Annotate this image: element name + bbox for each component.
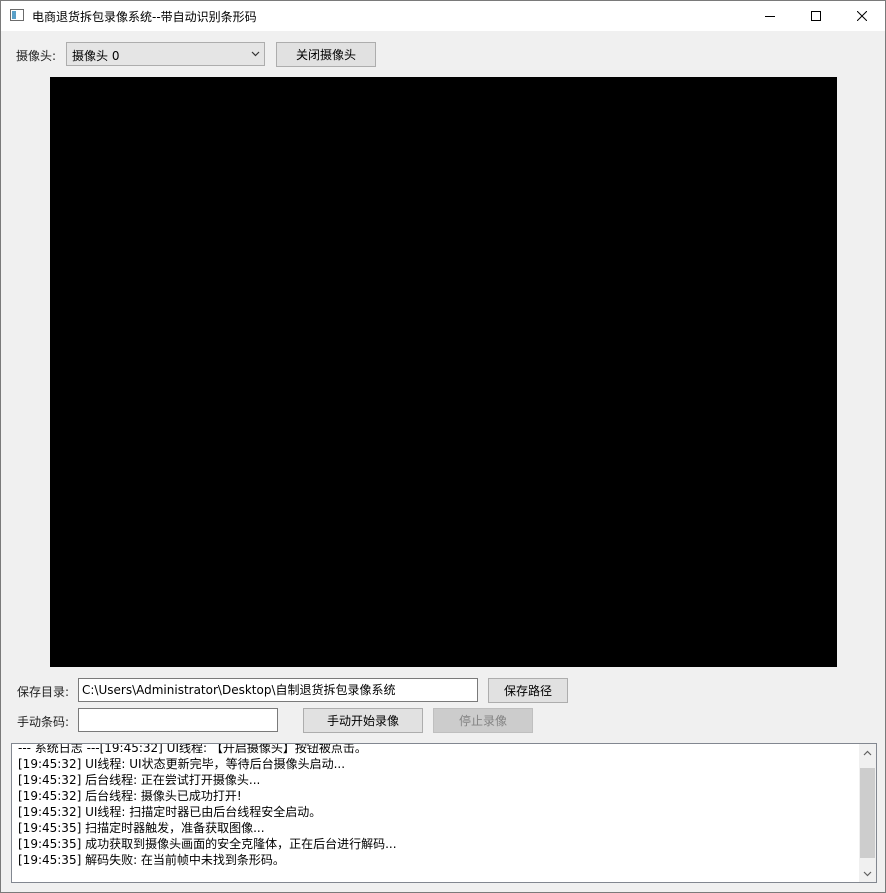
log-lines: --- 系统日志 ---[19:45:32] UI线程: 【开启摄像头】按钮被点… <box>18 743 858 868</box>
window-title: 电商退货拆包录像系统--带自动识别条形码 <box>32 10 257 24</box>
save-path-button[interactable]: 保存路径 <box>488 678 568 703</box>
maximize-button[interactable] <box>793 1 839 31</box>
log-line: [19:45:32] UI线程: 扫描定时器已由后台线程安全启动。 <box>18 805 322 819</box>
log-line: [19:45:32] 后台线程: 摄像头已成功打开! <box>18 789 242 803</box>
camera-preview <box>50 77 837 667</box>
app-icon <box>10 9 24 21</box>
log-line: --- 系统日志 ---[19:45:32] UI线程: 【开启摄像头】按钮被点… <box>18 743 367 755</box>
close-window-button[interactable] <box>839 1 885 31</box>
minimize-icon <box>765 16 775 17</box>
app-window: 电商退货拆包录像系统--带自动识别条形码 摄像头: 摄像头 0 关闭摄像头 保存… <box>0 0 886 893</box>
scroll-thumb[interactable] <box>860 768 875 858</box>
close-icon <box>857 11 867 21</box>
minimize-button[interactable] <box>747 1 793 31</box>
scroll-up-button[interactable] <box>859 744 876 761</box>
log-line: [19:45:35] 解码失败: 在当前帧中未找到条形码。 <box>18 853 285 867</box>
maximize-icon <box>811 11 821 21</box>
log-scrollbar[interactable] <box>859 744 876 882</box>
system-log[interactable]: --- 系统日志 ---[19:45:32] UI线程: 【开启摄像头】按钮被点… <box>11 743 877 883</box>
manual-barcode-label: 手动条码: <box>17 715 70 729</box>
log-line: [19:45:32] UI线程: UI状态更新完毕，等待后台摄像头启动... <box>18 757 346 771</box>
log-line: [19:45:35] 成功获取到摄像头画面的安全克隆体，正在后台进行解码... <box>18 837 397 851</box>
manual-barcode-input[interactable] <box>78 708 278 732</box>
title-bar[interactable]: 电商退货拆包录像系统--带自动识别条形码 <box>1 1 885 31</box>
camera-select-value: 摄像头 0 <box>72 49 120 63</box>
log-line: [19:45:35] 扫描定时器触发，准备获取图像... <box>18 821 265 835</box>
scroll-down-button[interactable] <box>859 865 876 882</box>
save-dir-label: 保存目录: <box>17 685 70 699</box>
camera-select[interactable]: 摄像头 0 <box>66 42 265 66</box>
save-path-input[interactable]: C:\Users\Administrator\Desktop\自制退货拆包录像系… <box>78 678 478 702</box>
stop-recording-button: 停止录像 <box>433 708 533 733</box>
chevron-down-icon <box>251 51 260 57</box>
close-camera-button[interactable]: 关闭摄像头 <box>276 42 376 67</box>
chevron-up-icon <box>863 750 872 755</box>
manual-start-recording-button[interactable]: 手动开始录像 <box>303 708 423 733</box>
log-line: [19:45:32] 后台线程: 正在尝试打开摄像头... <box>18 773 261 787</box>
camera-label: 摄像头: <box>16 49 57 63</box>
chevron-down-icon <box>863 871 872 876</box>
